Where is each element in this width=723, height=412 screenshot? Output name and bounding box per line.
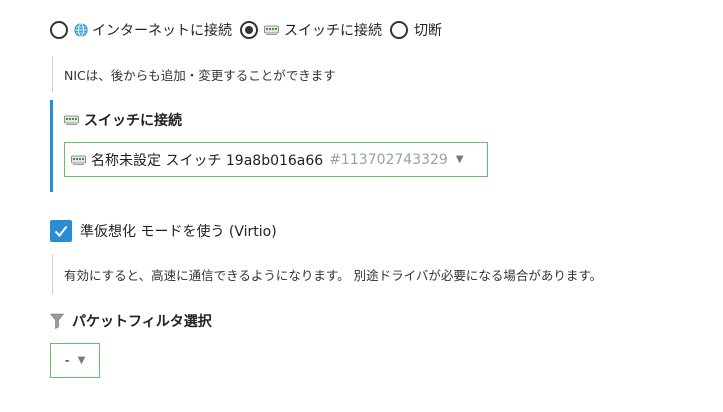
switch-section-title-text: スイッチに接続	[84, 113, 182, 129]
radio-option-switch[interactable]: スイッチに接続	[240, 20, 382, 40]
radio-label-internet: インターネットに接続	[92, 23, 232, 39]
radio-switch[interactable]	[240, 21, 258, 39]
radio-disconnect[interactable]	[390, 21, 408, 39]
switch-icon	[71, 155, 86, 165]
radio-label-disconnect: 切断	[414, 23, 442, 39]
radio-internet[interactable]	[50, 21, 68, 39]
nic-note: NICは、後からも追加・変更することができます	[52, 56, 336, 92]
virtio-checkbox-row[interactable]: 準仮想化 モードを使う (Virtio)	[50, 220, 277, 242]
switch-select[interactable]: 名称未設定 スイッチ 19a8b016a66 #113702743329 ▼	[64, 142, 488, 177]
chevron-down-icon: ▼	[455, 154, 464, 165]
chevron-down-icon: ▼	[77, 355, 86, 366]
virtio-note: 有効にすると、高速に通信できるようになります。 別途ドライバが必要になる場合があ…	[52, 254, 602, 294]
checkmark-icon	[54, 225, 68, 238]
radio-label-switch: スイッチに接続	[284, 23, 382, 39]
switch-icon	[64, 115, 79, 125]
virtio-checkbox[interactable]	[50, 220, 72, 242]
switch-select-name: 名称未設定 スイッチ 19a8b016a66	[91, 152, 324, 169]
switch-select-id: #113702743329	[329, 151, 448, 168]
switch-icon	[264, 25, 279, 35]
connection-radio-group: インターネットに接続 スイッチに接続 切断	[50, 18, 450, 42]
packet-filter-title-text: パケットフィルタ選択	[72, 314, 212, 330]
virtio-label: 準仮想化 モードを使う (Virtio)	[80, 224, 277, 240]
packet-filter-value: -	[64, 352, 70, 369]
radio-option-internet[interactable]: インターネットに接続	[50, 20, 232, 40]
globe-icon	[74, 23, 88, 37]
switch-section: スイッチに接続 名称未設定 スイッチ 19a8b016a66 #11370274…	[50, 100, 510, 192]
switch-section-title: スイッチに接続	[64, 110, 182, 130]
packet-filter-select[interactable]: - ▼	[50, 343, 100, 378]
packet-filter-title: パケットフィルタ選択	[50, 311, 212, 331]
funnel-icon	[50, 313, 64, 329]
radio-option-disconnect[interactable]: 切断	[390, 20, 442, 40]
